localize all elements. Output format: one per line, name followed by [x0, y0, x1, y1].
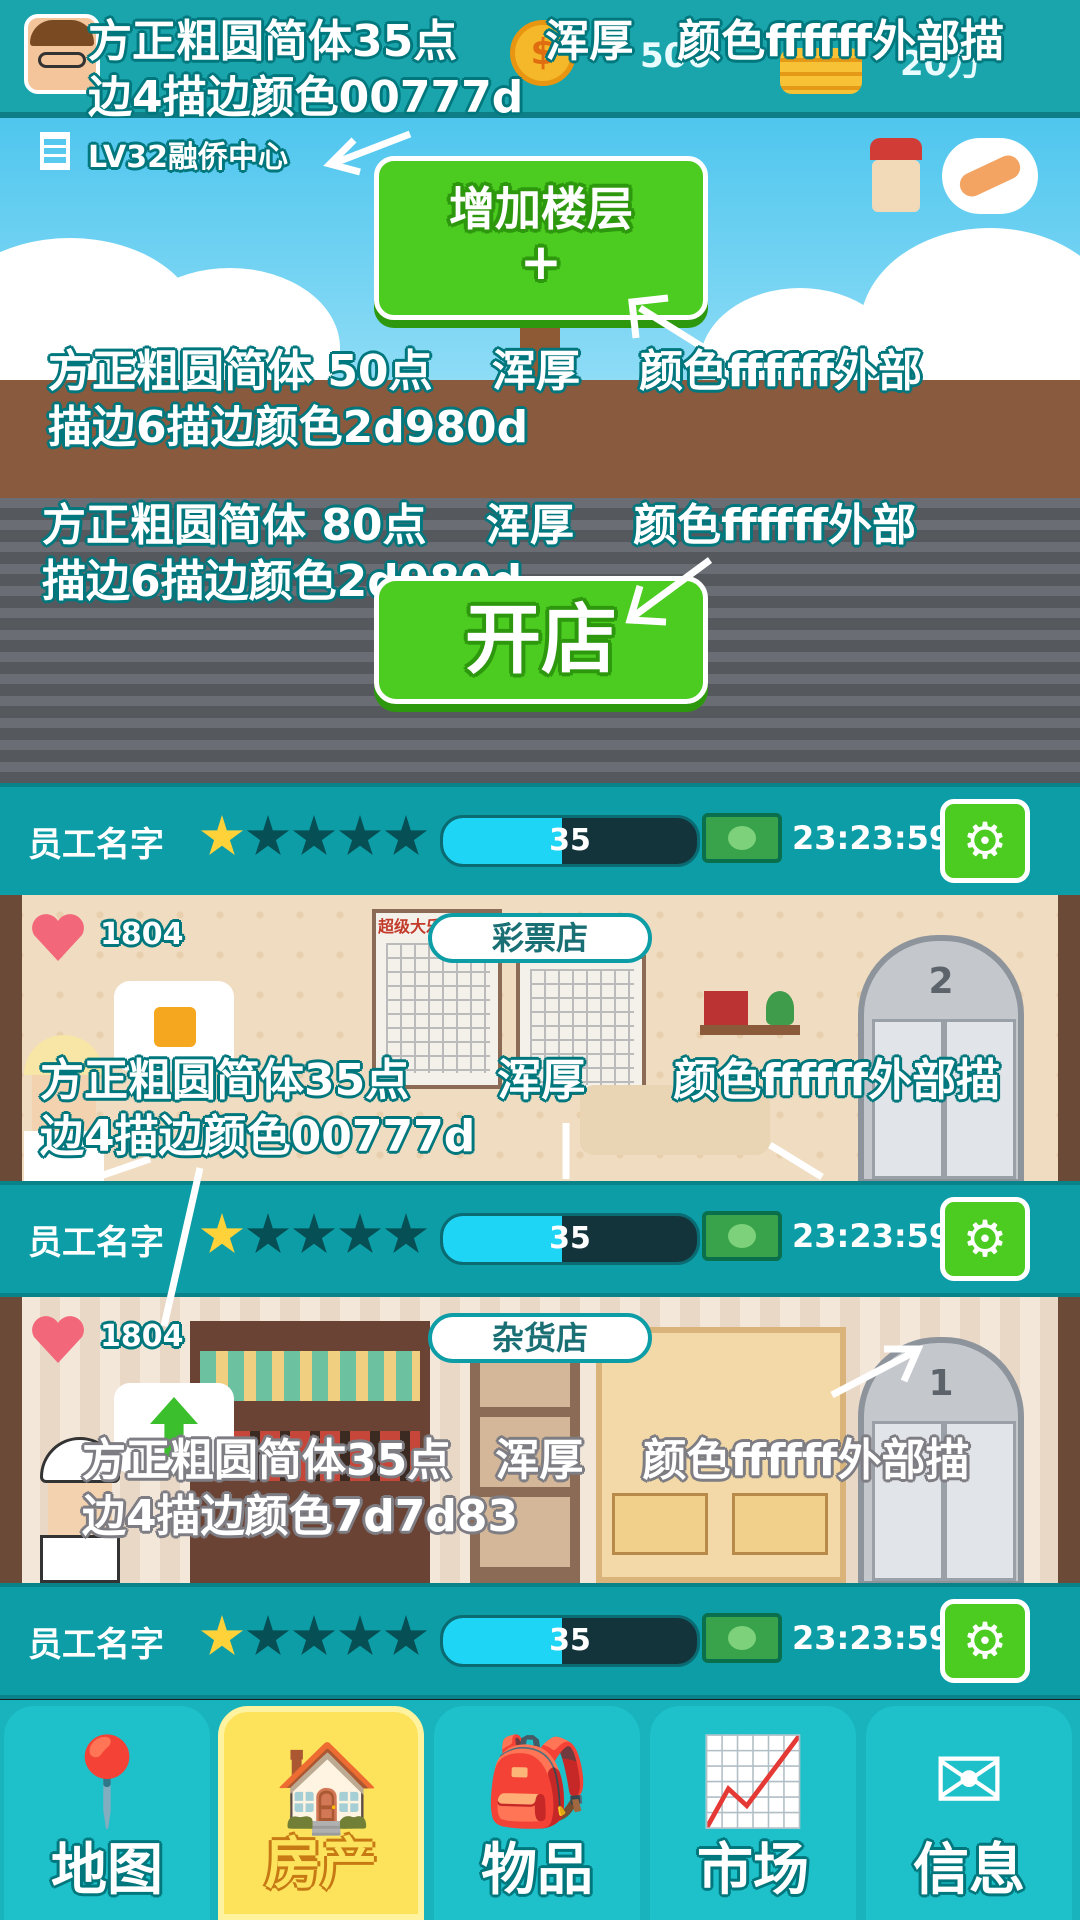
- nav-tab-messages[interactable]: ✉ 信息: [866, 1706, 1072, 1920]
- star-empty-icon: [246, 1213, 290, 1254]
- timer-text: 23:23:59: [792, 1619, 952, 1657]
- annotation-arrow: [768, 1142, 824, 1180]
- gear-icon: ⚙: [962, 812, 1008, 870]
- star-filled-icon: [200, 1615, 244, 1656]
- staff-progress-bar: 35: [440, 1615, 700, 1667]
- coins-chart-icon: 📈: [699, 1731, 807, 1832]
- shop-name-sign[interactable]: 杂货店: [428, 1313, 652, 1363]
- cash-icon: [702, 1211, 782, 1261]
- annotation-arrow: [562, 1123, 570, 1179]
- star-empty-icon: [292, 815, 336, 856]
- staff-progress-bar: 35: [440, 1213, 700, 1265]
- star-empty-icon: [384, 815, 428, 856]
- progress-value: 35: [549, 1623, 591, 1658]
- cash-icon: [702, 813, 782, 863]
- annotation-arrow: [625, 557, 713, 626]
- staff-name[interactable]: 员工名字: [28, 1617, 164, 1666]
- settings-button[interactable]: ⚙: [940, 799, 1030, 883]
- map-pin-icon: 📍: [53, 1731, 161, 1832]
- handshake-icon[interactable]: [942, 138, 1038, 214]
- shop-name-sign[interactable]: 彩票店: [428, 913, 652, 963]
- star-empty-icon: [292, 1213, 336, 1254]
- building-level-label[interactable]: LV32融侨中心: [88, 132, 288, 176]
- nav-tab-label: 房产: [265, 1832, 377, 1897]
- avatar-hair-icon: [30, 20, 94, 46]
- staff-name[interactable]: 员工名字: [28, 1215, 164, 1264]
- manager-character-icon[interactable]: [864, 138, 928, 218]
- heart-icon: [30, 913, 86, 963]
- font-note-line: 方正粗圆简体 50点 浑厚 颜色ffffff外部: [48, 346, 923, 397]
- staff-bar: 员工名字 35 23:23:59 ⚙: [0, 783, 1080, 899]
- star-empty-icon: [292, 1615, 336, 1656]
- wall-shelf: [700, 1025, 800, 1035]
- avatar-glasses-icon: [38, 52, 86, 68]
- font-note-line: 方正粗圆简体35点 浑厚 颜色ffffff外部描: [82, 1435, 970, 1486]
- backpack-icon: 🎒: [483, 1731, 591, 1832]
- star-empty-icon: [338, 815, 382, 856]
- font-note-line: 边4描边颜色7d7d83: [82, 1491, 519, 1542]
- books-icon: [704, 991, 748, 1025]
- nav-tab-items[interactable]: 🎒 物品: [434, 1706, 640, 1920]
- font-note-top: 方正粗圆简体35点 浑厚 颜色ffffff外部描 边4描边颜色00777d: [88, 14, 1004, 126]
- font-note-line: 边4描边颜色00777d: [40, 1111, 476, 1162]
- lock-icon: [154, 1007, 196, 1047]
- settings-button[interactable]: ⚙: [940, 1197, 1030, 1281]
- sky-scene: LV32融侨中心 增加楼层 +: [0, 118, 1080, 380]
- gear-icon: ⚙: [962, 1612, 1008, 1670]
- plant-icon: [766, 991, 794, 1025]
- settings-button[interactable]: ⚙: [940, 1599, 1030, 1683]
- nav-tab-label: 市场: [697, 1838, 809, 1903]
- star-empty-icon: [338, 1213, 382, 1254]
- shop-floor-grocery[interactable]: 1804 杂货店 1 方正粗圆简体35点 浑厚 颜色ffffff外部描 边4描边…: [0, 1297, 1080, 1583]
- timer-text: 23:23:59: [792, 1217, 952, 1255]
- progress-value: 35: [549, 1221, 591, 1256]
- nav-tab-property[interactable]: 🏠 房产: [218, 1706, 424, 1920]
- font-note-add-floor: 方正粗圆简体 50点 浑厚 颜色ffffff外部 描边6描边颜色2d980d: [48, 344, 922, 456]
- staff-progress-bar: 35: [440, 815, 700, 867]
- progress-value: 35: [549, 823, 591, 858]
- top-bar: $ 500 20万 方正粗圆简体35点 浑厚 颜色ffffff外部描 边4描边颜…: [0, 0, 1080, 123]
- annotation-arrow: [160, 1167, 204, 1327]
- mail-icon: ✉: [932, 1731, 1006, 1831]
- bottom-nav: 📍 地图 🏠 房产 🎒 物品 📈 市场 ✉ 信息: [0, 1700, 1080, 1920]
- star-empty-icon: [384, 1615, 428, 1656]
- floor-pillar: [1058, 1297, 1080, 1583]
- font-note-line: 方正粗圆简体35点 浑厚 颜色ffffff外部描: [88, 16, 1005, 67]
- floor-number: 2: [928, 961, 954, 1002]
- font-note-line: 描边6描边颜色2d980d: [48, 402, 529, 453]
- likes-count: 1804: [100, 917, 184, 952]
- roof-band: 方正粗圆简体 50点 浑厚 颜色ffffff外部 描边6描边颜色2d980d: [0, 346, 1080, 498]
- gear-icon: ⚙: [962, 1210, 1008, 1268]
- building-icon: [40, 132, 70, 170]
- nav-tab-market[interactable]: 📈 市场: [650, 1706, 856, 1920]
- nav-tab-map[interactable]: 📍 地图: [4, 1706, 210, 1920]
- closed-shop-shutter: 方正粗圆简体 80点 浑厚 颜色ffffff外部 描边6描边颜色2d980d 开…: [0, 498, 1080, 783]
- heart-icon: [30, 1315, 86, 1365]
- nav-tab-label: 地图: [51, 1838, 163, 1903]
- star-empty-icon: [246, 815, 290, 856]
- font-note-grey: 方正粗圆简体35点 浑厚 颜色ffffff外部描 边4描边颜色7d7d83: [82, 1433, 969, 1545]
- add-floor-label: 增加楼层: [449, 182, 633, 236]
- cash-icon: [702, 1613, 782, 1663]
- annotation-arrow: [78, 1157, 152, 1181]
- annotation-arrow: [830, 1345, 924, 1399]
- floor-pillar: [0, 1297, 22, 1583]
- star-empty-icon: [384, 1213, 428, 1254]
- font-note-line: 方正粗圆简体 80点 浑厚 颜色ffffff外部: [42, 500, 917, 551]
- font-note-line: 方正粗圆简体35点 浑厚 颜色ffffff外部描: [40, 1055, 1001, 1106]
- font-note-staff: 方正粗圆简体35点 浑厚 颜色ffffff外部描 边4描边颜色00777d: [40, 1053, 1000, 1165]
- staff-bar: 员工名字 35 23:23:59 ⚙: [0, 1583, 1080, 1699]
- floor-pillar: [1058, 895, 1080, 1181]
- star-filled-icon: [200, 815, 244, 856]
- shop-floor-lottery[interactable]: 1804 超级大乐透 彩票店 2 方正粗圆简体35点 浑厚 颜色ffffff外部…: [0, 895, 1080, 1181]
- timer-text: 23:23:59: [792, 819, 952, 857]
- nav-tab-label: 物品: [481, 1838, 593, 1903]
- star-empty-icon: [246, 1615, 290, 1656]
- staff-name[interactable]: 员工名字: [28, 817, 164, 866]
- star-empty-icon: [338, 1615, 382, 1656]
- annotation-arrow: [323, 130, 412, 176]
- nav-tab-label: 信息: [913, 1838, 1025, 1903]
